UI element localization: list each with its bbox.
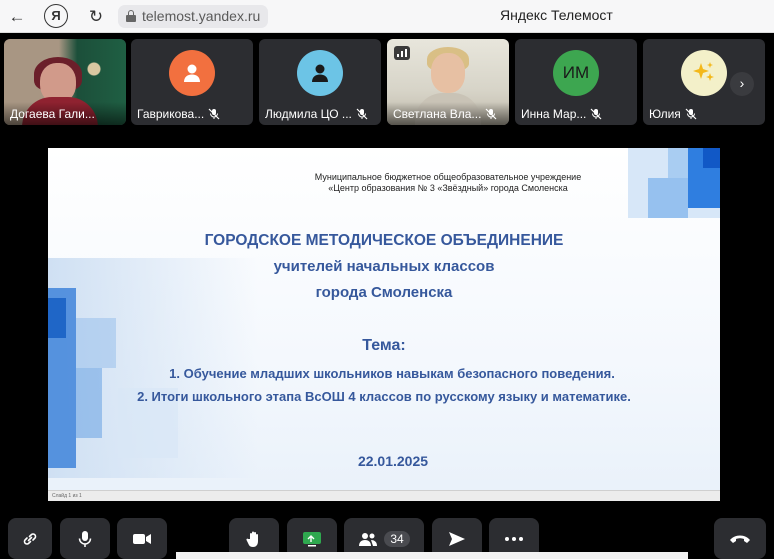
mic-off-icon xyxy=(485,108,497,120)
topic-item: 1. Обучение младших школьников навыкам б… xyxy=(169,366,615,381)
microphone-icon xyxy=(77,530,93,548)
screen-share-icon xyxy=(302,531,322,547)
hang-up-button[interactable] xyxy=(714,518,766,559)
participants-strip: Догаева Гали... Гаврикова... Людмила ЦО … xyxy=(0,33,774,131)
topic-label: Тема: xyxy=(362,337,406,354)
participant-tile[interactable]: Светлана Вла... xyxy=(387,39,509,125)
camera-button[interactable] xyxy=(117,518,167,559)
phone-hangup-icon xyxy=(729,534,751,544)
microphone-button[interactable] xyxy=(60,518,110,559)
participant-name: Гаврикова... xyxy=(137,106,205,121)
mic-off-icon xyxy=(208,108,220,120)
more-dots-icon xyxy=(505,536,523,541)
mic-off-icon xyxy=(685,108,697,120)
participant-name: Догаева Гали... xyxy=(10,106,95,121)
chevron-right-icon[interactable]: › xyxy=(730,72,754,96)
participant-tile[interactable]: Людмила ЦО ... xyxy=(259,39,381,125)
screen-share-area: Муниципальное бюджетное общеобразователь… xyxy=(10,131,764,511)
reload-icon[interactable]: ↻ xyxy=(85,6,107,28)
slide-date: 22.01.2025 xyxy=(357,453,429,469)
participant-tile[interactable]: Догаева Гали... xyxy=(4,39,126,125)
participant-tile[interactable]: ИМ Инна Мар... xyxy=(515,39,637,125)
slide-subheading: учителей начальных классов xyxy=(273,258,495,275)
bottom-overlay-bar xyxy=(176,552,688,559)
page-title: Яндекс Телемост xyxy=(500,7,613,23)
participant-name: Светлана Вла... xyxy=(393,106,482,121)
user-avatar-icon xyxy=(297,50,343,96)
sparkles-icon xyxy=(681,50,727,96)
slide-heading: ГОРОДСКОЕ МЕТОДИЧЕСКОЕ ОБЪЕДИНЕНИЕ xyxy=(204,232,564,249)
mic-off-icon xyxy=(356,108,368,120)
presentation-slide: Муниципальное бюджетное общеобразователь… xyxy=(48,148,720,501)
participant-tile[interactable]: Гаврикова... xyxy=(131,39,253,125)
mic-off-icon xyxy=(590,108,602,120)
school-name: Муниципальное бюджетное общеобразователь… xyxy=(314,172,582,193)
user-avatar-icon xyxy=(169,50,215,96)
participants-count: 34 xyxy=(384,530,410,547)
topic-item: 2. Итоги школьного этапа ВсОШ 4 классов … xyxy=(137,389,631,404)
hand-icon xyxy=(246,530,262,548)
back-arrow-icon[interactable]: ← xyxy=(6,6,28,28)
address-bar[interactable]: telemost.yandex.ru xyxy=(118,5,269,28)
url-text: telemost.yandex.ru xyxy=(142,8,261,24)
participant-name: Юлия xyxy=(649,106,681,121)
slide-subheading-city: города Смоленска xyxy=(315,284,453,301)
send-icon xyxy=(448,531,466,547)
participant-name: Инна Мар... xyxy=(521,106,587,121)
camera-icon xyxy=(132,532,152,546)
people-icon xyxy=(358,531,378,547)
slide-status-bar: Слайд 1 из 1 xyxy=(48,490,720,501)
yandex-button[interactable]: Я xyxy=(44,4,68,28)
signal-strength-icon xyxy=(394,46,410,60)
lock-icon xyxy=(126,10,136,22)
participant-name: Людмила ЦО ... xyxy=(265,106,352,121)
browser-toolbar: ← Я ↻ telemost.yandex.ru Яндекс Телемост xyxy=(0,0,774,33)
link-icon xyxy=(21,530,39,548)
initials-avatar: ИМ xyxy=(553,50,599,96)
copy-link-button[interactable] xyxy=(8,518,52,559)
